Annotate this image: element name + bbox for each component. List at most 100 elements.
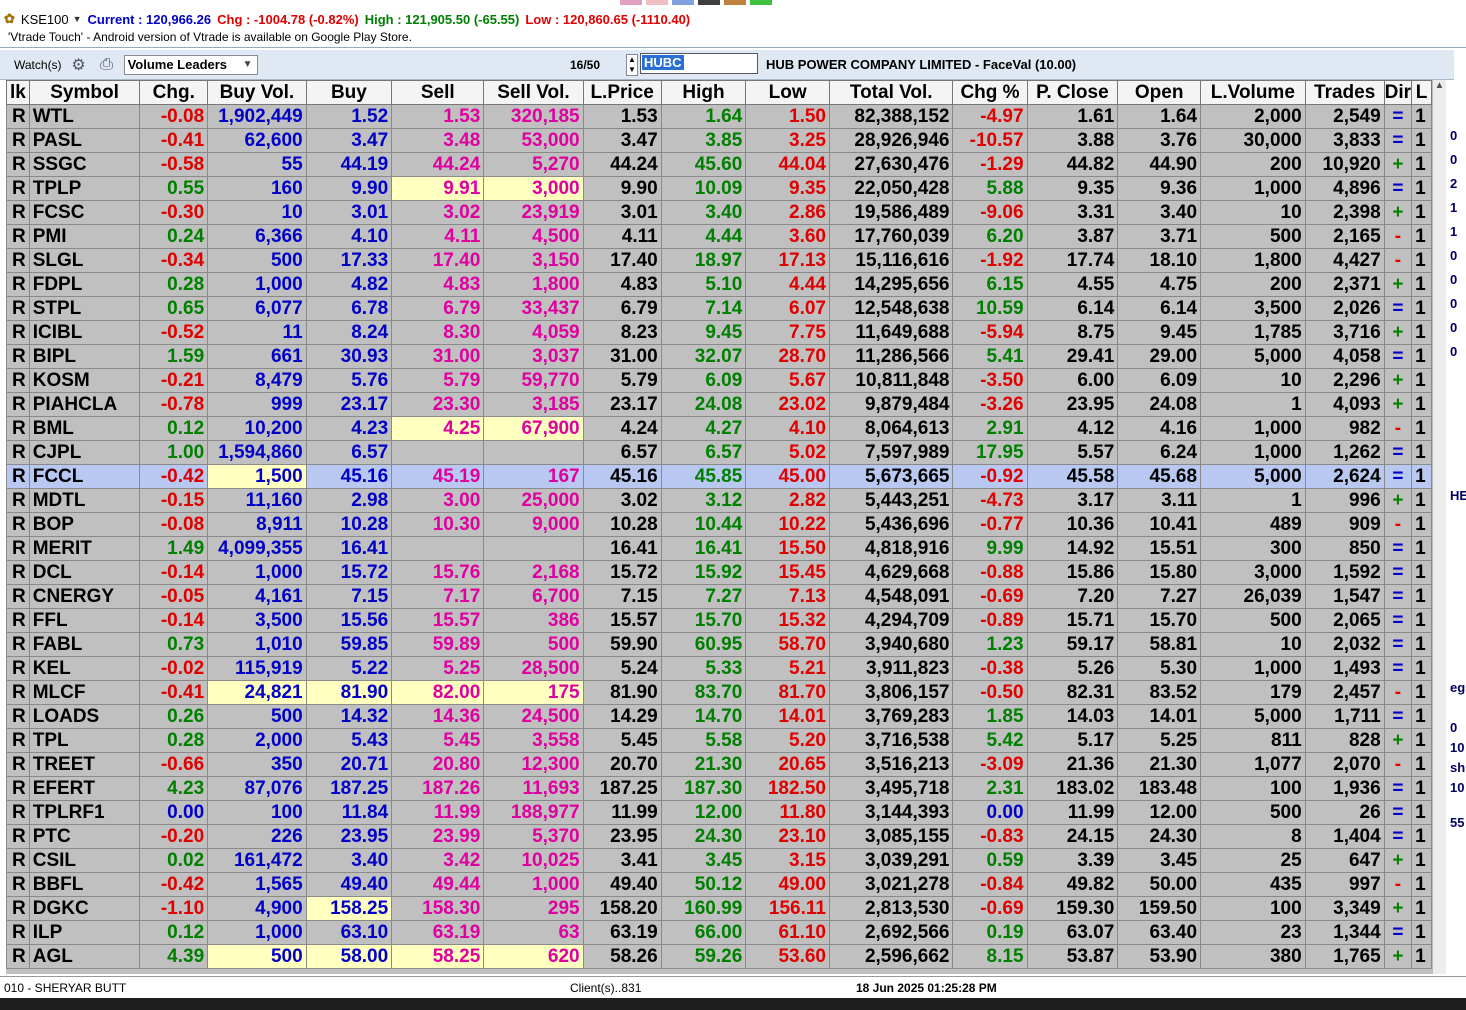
column-header[interactable]: L.Volume — [1200, 80, 1306, 105]
column-header[interactable]: Buy — [305, 80, 393, 105]
cell-lk: R — [6, 536, 30, 561]
scroll-up-icon[interactable]: ▲ — [1433, 80, 1446, 94]
cell-trades: 2,065 — [1304, 608, 1385, 633]
column-header[interactable]: Sell Vol. — [483, 80, 584, 105]
table-row[interactable]: R PASL -0.41 62,600 3.47 3.48 53,000 3.47 3.85 3.… — [6, 128, 1432, 153]
index-name[interactable]: KSE100 — [21, 12, 69, 27]
cell-total-vol: 11,286,566 — [828, 344, 954, 369]
cell-total-vol: 22,050,428 — [828, 176, 954, 201]
cell-l-price: 3.02 — [582, 488, 662, 513]
table-row[interactable]: R WTL -0.08 1,902,449 1.52 1.53 320,185 1.53 1.6… — [6, 104, 1432, 129]
table-row[interactable]: R DCL -0.14 1,000 15.72 15.76 2,168 15.72 15.92 1… — [6, 560, 1432, 585]
cell-open: 14.01 — [1117, 704, 1202, 729]
cell-chg: -4.97 — [952, 104, 1028, 129]
table-row[interactable]: R TPLRF1 0.00 100 11.84 11.99 188,977 11.99 12.0… — [6, 800, 1432, 825]
cell-low: 156.11 — [745, 896, 830, 921]
cell-dir: - — [1383, 248, 1413, 273]
table-row[interactable]: R ILP 0.12 1,000 63.10 63.19 63 63.19 66.00 61.10… — [6, 920, 1432, 945]
table-row[interactable]: R CNERGY -0.05 4,161 7.15 7.17 6,700 7.15 7.27 7.… — [6, 584, 1432, 609]
cell-p-close: 159.30 — [1026, 896, 1119, 921]
cell-buy-vol: 160 — [207, 176, 307, 201]
cell-l: 1 — [1411, 944, 1432, 969]
column-header[interactable]: Sell — [391, 80, 485, 105]
cell-p-close: 10.36 — [1026, 512, 1119, 537]
column-header[interactable]: P. Close — [1026, 80, 1119, 105]
column-header[interactable]: L — [1411, 80, 1432, 105]
cell-high: 5.10 — [660, 272, 747, 297]
cell-chg: 5.88 — [952, 176, 1028, 201]
column-header[interactable]: L.Price — [582, 80, 662, 105]
table-row[interactable]: R BIPL 1.59 661 30.93 31.00 3,037 31.00 32.07 28.… — [6, 344, 1432, 369]
table-row[interactable]: R MLCF -0.41 24,821 81.90 82.00 175 81.90 83.70 8… — [6, 680, 1432, 705]
table-row[interactable]: R CSIL 0.02 161,472 3.40 3.42 10,025 3.41 3.45 3.… — [6, 848, 1432, 873]
table-row[interactable]: R MERIT 1.49 4,099,355 16.41 16.41 16.41 15.50 4… — [6, 536, 1432, 561]
table-row[interactable]: R TPL 0.28 2,000 5.43 5.45 3,558 5.45 5.58 5.20 3,… — [6, 728, 1432, 753]
column-header[interactable]: Dir — [1383, 80, 1413, 105]
vertical-scrollbar[interactable]: ▲ — [1432, 80, 1446, 974]
table-row[interactable]: R PIAHCLA -0.78 999 23.17 23.30 3,185 23.17 24.0… — [6, 392, 1432, 417]
column-header[interactable]: Open — [1117, 80, 1202, 105]
print-icon[interactable]: ⎙ — [96, 55, 118, 75]
table-row[interactable]: R BBFL -0.42 1,565 49.40 49.44 1,000 49.40 50.12… — [6, 872, 1432, 897]
cell-open: 3.76 — [1117, 128, 1202, 153]
table-row[interactable]: R KOSM -0.21 8,479 5.76 5.79 59,770 5.79 6.09 5.6… — [6, 368, 1432, 393]
column-header[interactable]: Symbol — [28, 80, 141, 105]
cell-buy: 7.15 — [305, 584, 393, 609]
table-row[interactable]: R PMI 0.24 6,366 4.10 4.11 4,500 4.11 4.44 3.60 17… — [6, 224, 1432, 249]
symbol-search-value: HUBC — [642, 55, 684, 70]
row-spinner[interactable]: ▲ ▼ — [626, 54, 638, 76]
table-row[interactable]: R FFL -0.14 3,500 15.56 15.57 386 15.57 15.70 15.… — [6, 608, 1432, 633]
column-header[interactable]: Buy Vol. — [207, 80, 307, 105]
column-header[interactable]: High — [660, 80, 747, 105]
cell-sell: 59.89 — [391, 632, 485, 657]
table-row[interactable]: R DGKC -1.10 4,900 158.25 158.30 295 158.20 160.… — [6, 896, 1432, 921]
view-select[interactable]: Volume Leaders ▼ — [123, 54, 258, 75]
cell-symbol: MLCF — [28, 680, 141, 705]
table-row[interactable]: R BOP -0.08 8,911 10.28 10.30 9,000 10.28 10.44 1… — [6, 512, 1432, 537]
cell-symbol: STPL — [28, 296, 141, 321]
cell-trades: 3,833 — [1304, 128, 1385, 153]
table-row[interactable]: R MDTL -0.15 11,160 2.98 3.00 25,000 3.02 3.12 2.… — [6, 488, 1432, 513]
column-header[interactable]: Trades — [1304, 80, 1385, 105]
cell-chg: -1.92 — [952, 248, 1028, 273]
column-header[interactable]: Low — [745, 80, 830, 105]
table-row[interactable]: R FCCL -0.42 1,500 45.16 45.19 167 45.16 45.85 45… — [6, 464, 1432, 489]
cell-sell: 4.83 — [391, 272, 485, 297]
cell-low: 1.50 — [745, 104, 830, 129]
cell-total-vol: 3,495,718 — [828, 776, 954, 801]
cell-chg: 0.55 — [139, 176, 209, 201]
cell-open: 24.30 — [1117, 824, 1202, 849]
column-header[interactable]: Total Vol. — [828, 80, 954, 105]
table-row[interactable]: R AGL 4.39 500 58.00 58.25 620 58.26 59.26 53.60 2… — [6, 944, 1432, 969]
settings-gear-icon[interactable]: ⚙ — [68, 55, 90, 75]
cell-p-close: 3.87 — [1026, 224, 1119, 249]
column-header[interactable]: Chg. — [139, 80, 209, 105]
cell-sell-vol: 4,059 — [483, 320, 584, 345]
column-header[interactable]: lk — [6, 80, 30, 105]
table-row[interactable]: R TPLP 0.55 160 9.90 9.91 3,000 9.90 10.09 9.35 22… — [6, 176, 1432, 201]
table-row[interactable]: R SLGL -0.34 500 17.33 17.40 3,150 17.40 18.97 17… — [6, 248, 1432, 273]
table-row[interactable]: R STPL 0.65 6,077 6.78 6.79 33,437 6.79 7.14 6.07… — [6, 296, 1432, 321]
cell-trades: 1,936 — [1304, 776, 1385, 801]
table-row[interactable]: R FABL 0.73 1,010 59.85 59.89 500 59.90 60.95 58.… — [6, 632, 1432, 657]
cell-buy: 16.41 — [305, 536, 393, 561]
table-row[interactable]: R BML 0.12 10,200 4.23 4.25 67,900 4.24 4.27 4.10… — [6, 416, 1432, 441]
table-row[interactable]: R KEL -0.02 115,919 5.22 5.25 28,500 5.24 5.33 5.… — [6, 656, 1432, 681]
table-row[interactable]: R TREET -0.66 350 20.71 20.80 12,300 20.70 21.30… — [6, 752, 1432, 777]
table-row[interactable]: R FCSC -0.30 10 3.01 3.02 23,919 3.01 3.40 2.86 19… — [6, 200, 1432, 225]
table-row[interactable]: R ICIBL -0.52 11 8.24 8.30 4,059 8.23 9.45 7.75 11… — [6, 320, 1432, 345]
cell-buy: 58.00 — [305, 944, 393, 969]
table-row[interactable]: R FDPL 0.28 1,000 4.82 4.83 1,800 4.83 5.10 4.44 1… — [6, 272, 1432, 297]
symbol-search-input[interactable]: HUBC — [640, 53, 758, 74]
table-row[interactable]: R LOADS 0.26 500 14.32 14.36 24,500 14.29 14.70 1… — [6, 704, 1432, 729]
cell-l-price: 8.23 — [582, 320, 662, 345]
cell-chg: -0.41 — [139, 128, 209, 153]
table-row[interactable]: R CJPL 1.00 1,594,860 6.57 6.57 6.57 5.02 7,597,… — [6, 440, 1432, 465]
index-dropdown-icon[interactable]: ▼ — [73, 14, 82, 24]
column-header[interactable]: Chg % — [952, 80, 1028, 105]
cell-buy: 20.71 — [305, 752, 393, 777]
table-row[interactable]: R PTC -0.20 226 23.95 23.99 5,370 23.95 24.30 23.… — [6, 824, 1432, 849]
cell-sell: 8.30 — [391, 320, 485, 345]
table-row[interactable]: R SSGC -0.58 55 44.19 44.24 5,270 44.24 45.60 44.… — [6, 152, 1432, 177]
table-row[interactable]: R EFERT 4.23 87,076 187.25 187.26 11,693 187.25… — [6, 776, 1432, 801]
